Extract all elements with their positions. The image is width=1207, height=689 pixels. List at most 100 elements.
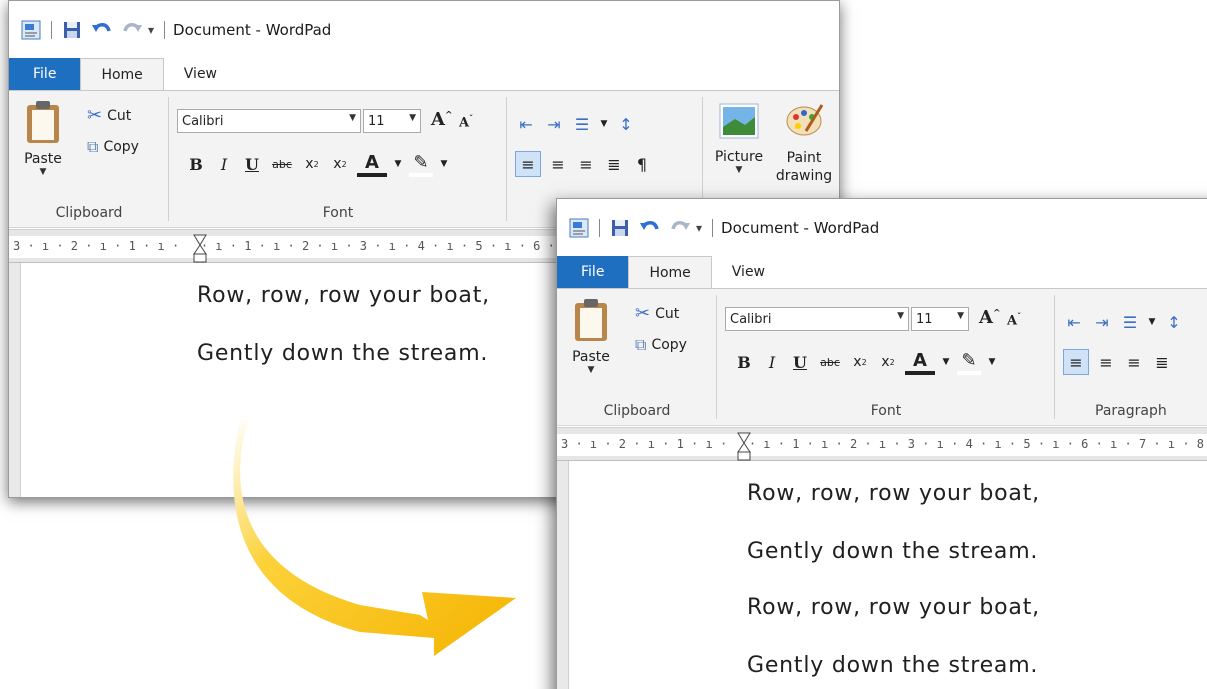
strikethrough-icon[interactable]: abc: [817, 349, 843, 375]
copy-icon: ⧉: [87, 137, 99, 156]
paragraph-settings-icon[interactable]: ¶: [631, 151, 653, 177]
chevron-down-icon[interactable]: ▼: [941, 349, 951, 375]
clipboard-group: Paste ▼ ✂ Cut ⧉ Copy Clipboard: [9, 91, 169, 227]
align-center-icon[interactable]: ≡: [1095, 349, 1117, 375]
tab-home[interactable]: Home: [80, 58, 164, 90]
paint-palette-icon: [786, 104, 824, 136]
superscript-icon[interactable]: x2: [329, 151, 351, 177]
bold-icon[interactable]: B: [185, 151, 207, 177]
indent-marker-icon[interactable]: [193, 234, 207, 264]
clipboard-group: Paste ▼ ✂ Cut ⧉ Copy Clipboard: [557, 289, 717, 425]
transition-arrow: [233, 420, 516, 656]
text-color-icon[interactable]: A: [357, 151, 387, 177]
font-family-select[interactable]: Calibri ▼: [177, 109, 361, 133]
superscript-icon[interactable]: x2: [877, 349, 899, 375]
copy-icon: ⧉: [635, 335, 647, 354]
justify-icon[interactable]: ≣: [1151, 349, 1173, 375]
highlight-color-icon[interactable]: ✎: [957, 349, 981, 375]
undo-icon[interactable]: [638, 216, 662, 240]
cut-button[interactable]: ✂ Cut: [87, 105, 131, 126]
toolbar-separator: [164, 21, 166, 39]
ribbon-tabs: File Home View: [557, 256, 1207, 288]
font-family-select[interactable]: Calibri ▼: [725, 307, 909, 331]
underline-icon[interactable]: U: [789, 349, 811, 375]
highlight-color-icon[interactable]: ✎: [409, 151, 433, 177]
decrease-indent-icon[interactable]: ⇤: [515, 111, 537, 137]
increase-indent-icon[interactable]: ⇥: [543, 111, 565, 137]
paint-drawing-button[interactable]: Paint drawing: [773, 101, 835, 185]
redo-icon[interactable]: [668, 216, 692, 240]
decrease-indent-icon[interactable]: ⇤: [1063, 309, 1085, 335]
italic-icon[interactable]: I: [761, 349, 783, 375]
grow-font-icon[interactable]: A^: [431, 109, 453, 130]
quick-access-toolbar: ▾: [567, 216, 721, 240]
chevron-down-icon[interactable]: ▼: [439, 151, 449, 177]
copy-button[interactable]: ⧉ Copy: [87, 137, 139, 157]
tab-view[interactable]: View: [164, 58, 237, 90]
wordpad-app-icon[interactable]: [567, 216, 591, 240]
font-size-select[interactable]: 11 ▼: [911, 307, 969, 331]
align-right-icon[interactable]: ≡: [1123, 349, 1145, 375]
group-label-clipboard: Clipboard: [55, 205, 123, 221]
save-icon[interactable]: [60, 18, 84, 42]
customize-toolbar-icon[interactable]: ▾: [148, 23, 154, 37]
align-center-icon[interactable]: ≡: [547, 151, 569, 177]
toolbar-separator: [51, 21, 52, 39]
document-line: Row, row, row your boat,: [747, 595, 1040, 620]
text-color-icon[interactable]: A: [905, 349, 935, 375]
increase-indent-icon[interactable]: ⇥: [1091, 309, 1113, 335]
tab-view[interactable]: View: [712, 256, 785, 288]
align-right-icon[interactable]: ≡: [575, 151, 597, 177]
save-icon[interactable]: [608, 216, 632, 240]
indent-marker-icon[interactable]: [737, 432, 751, 462]
line-spacing-icon[interactable]: ↕: [1163, 309, 1185, 335]
wordpad-app-icon[interactable]: [19, 18, 43, 42]
align-left-icon[interactable]: ≡: [1063, 349, 1089, 375]
picture-button[interactable]: Picture ▼: [713, 103, 765, 175]
align-left-icon[interactable]: ≡: [515, 151, 541, 177]
chevron-down-icon[interactable]: ▼: [987, 349, 997, 375]
font-size-select[interactable]: 11 ▼: [363, 109, 421, 133]
chevron-down-icon[interactable]: ▼: [393, 151, 403, 177]
window-title: Document - WordPad: [173, 21, 332, 39]
customize-toolbar-icon[interactable]: ▾: [696, 221, 702, 235]
italic-icon[interactable]: I: [213, 151, 235, 177]
picture-icon: [719, 103, 759, 139]
paste-button[interactable]: Paste ▼: [17, 99, 69, 187]
subscript-icon[interactable]: x2: [301, 151, 323, 177]
bullet-list-icon[interactable]: ☰: [1119, 309, 1141, 335]
copy-button[interactable]: ⧉ Copy: [635, 335, 687, 355]
title-bar: ▾ Document - WordPad: [9, 1, 839, 59]
font-group: Calibri ▼ 11 ▼ A^ Aˇ B I U abc x2 x2 A ▼…: [717, 289, 1055, 425]
shrink-font-icon[interactable]: Aˇ: [1007, 311, 1021, 328]
font-group: Calibri ▼ 11 ▼ A^ Aˇ B I U abc x2 x2 A ▼…: [169, 91, 507, 227]
bullet-list-icon[interactable]: ☰: [571, 111, 593, 137]
subscript-icon[interactable]: x2: [849, 349, 871, 375]
line-spacing-icon[interactable]: ↕: [615, 111, 637, 137]
group-label-font: Font: [322, 205, 354, 221]
paste-button[interactable]: Paste ▼: [565, 297, 617, 385]
ruler-scale: 3 · ı · 2 · ı · 1 · ı · · ı · 1 · ı · 2 …: [13, 239, 555, 253]
cut-button[interactable]: ✂ Cut: [635, 303, 679, 324]
undo-icon[interactable]: [90, 18, 114, 42]
tab-file[interactable]: File: [9, 58, 81, 90]
shrink-font-icon[interactable]: Aˇ: [459, 113, 473, 130]
tab-home[interactable]: Home: [628, 256, 712, 288]
paragraph-row-bottom: ≡ ≡ ≡ ≣: [1063, 349, 1179, 375]
title-bar: ▾ Document - WordPad: [557, 199, 1207, 257]
clipboard-icon: [27, 101, 59, 143]
bold-icon[interactable]: B: [733, 349, 755, 375]
redo-icon[interactable]: [120, 18, 144, 42]
document-area[interactable]: Row, row, row your boat, Gently down the…: [557, 461, 1207, 689]
toolbar-separator: [599, 219, 600, 237]
document-line: Gently down the stream.: [197, 341, 489, 366]
group-label-paragraph: Paragraph: [1095, 403, 1167, 419]
grow-font-icon[interactable]: A^: [979, 307, 1001, 328]
justify-icon[interactable]: ≣: [603, 151, 625, 177]
chevron-down-icon[interactable]: ▼: [599, 111, 609, 137]
underline-icon[interactable]: U: [241, 151, 263, 177]
chevron-down-icon: ▼: [587, 365, 595, 375]
strikethrough-icon[interactable]: abc: [269, 151, 295, 177]
chevron-down-icon[interactable]: ▼: [1147, 309, 1157, 335]
tab-file[interactable]: File: [557, 256, 629, 288]
